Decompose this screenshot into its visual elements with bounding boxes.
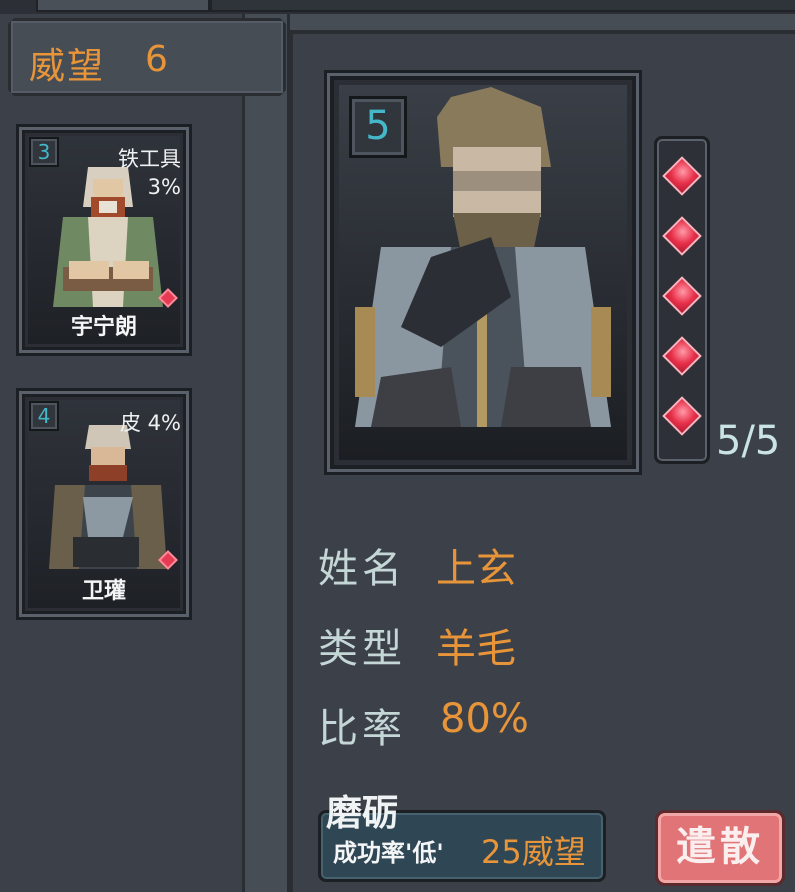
type-label: 类型 xyxy=(318,626,406,672)
prestige-label: 威望 xyxy=(29,46,106,87)
top-bar-tile xyxy=(210,0,795,12)
skill-rate: 3% xyxy=(147,175,181,199)
gem-icon xyxy=(662,216,702,256)
level-badge: 3 xyxy=(29,137,59,167)
top-bar-tile xyxy=(36,0,210,12)
level-badge: 4 xyxy=(29,401,59,431)
dismiss-button[interactable]: 遣散 xyxy=(655,810,785,886)
worker-portrait xyxy=(49,425,167,569)
prestige-box: 威望 6 xyxy=(8,18,286,96)
prestige-value: 6 xyxy=(145,39,168,80)
candidate-card[interactable]: 3 铁工具 3% 宇宁朗 xyxy=(16,124,192,356)
gem-icon xyxy=(662,276,702,316)
hone-title: 磨砺 xyxy=(326,793,399,834)
type-value: 羊毛 xyxy=(436,626,516,672)
name-value: 上玄 xyxy=(436,546,516,592)
hone-cost: 25威望 xyxy=(481,833,586,871)
panel-divider xyxy=(242,14,290,892)
name-label: 姓名 xyxy=(318,546,406,592)
rate-label: 比率 xyxy=(318,706,406,752)
rate-value: 80% xyxy=(440,696,529,742)
level-badge: 5 xyxy=(349,96,407,158)
gem-count: 5/5 xyxy=(716,418,781,464)
skill-name: 皮 4% xyxy=(120,411,181,435)
gem-icon xyxy=(662,396,702,436)
candidate-card[interactable]: 4 皮 4% 卫瓘 xyxy=(16,388,192,620)
worker-name: 卫瓘 xyxy=(81,579,126,604)
gem-icon xyxy=(662,156,702,196)
hone-success-rate: 成功率'低' xyxy=(333,839,444,867)
gem-icon xyxy=(662,336,702,376)
skill-name: 铁工具 xyxy=(118,147,181,171)
worker-name: 宇宁朗 xyxy=(70,315,137,340)
